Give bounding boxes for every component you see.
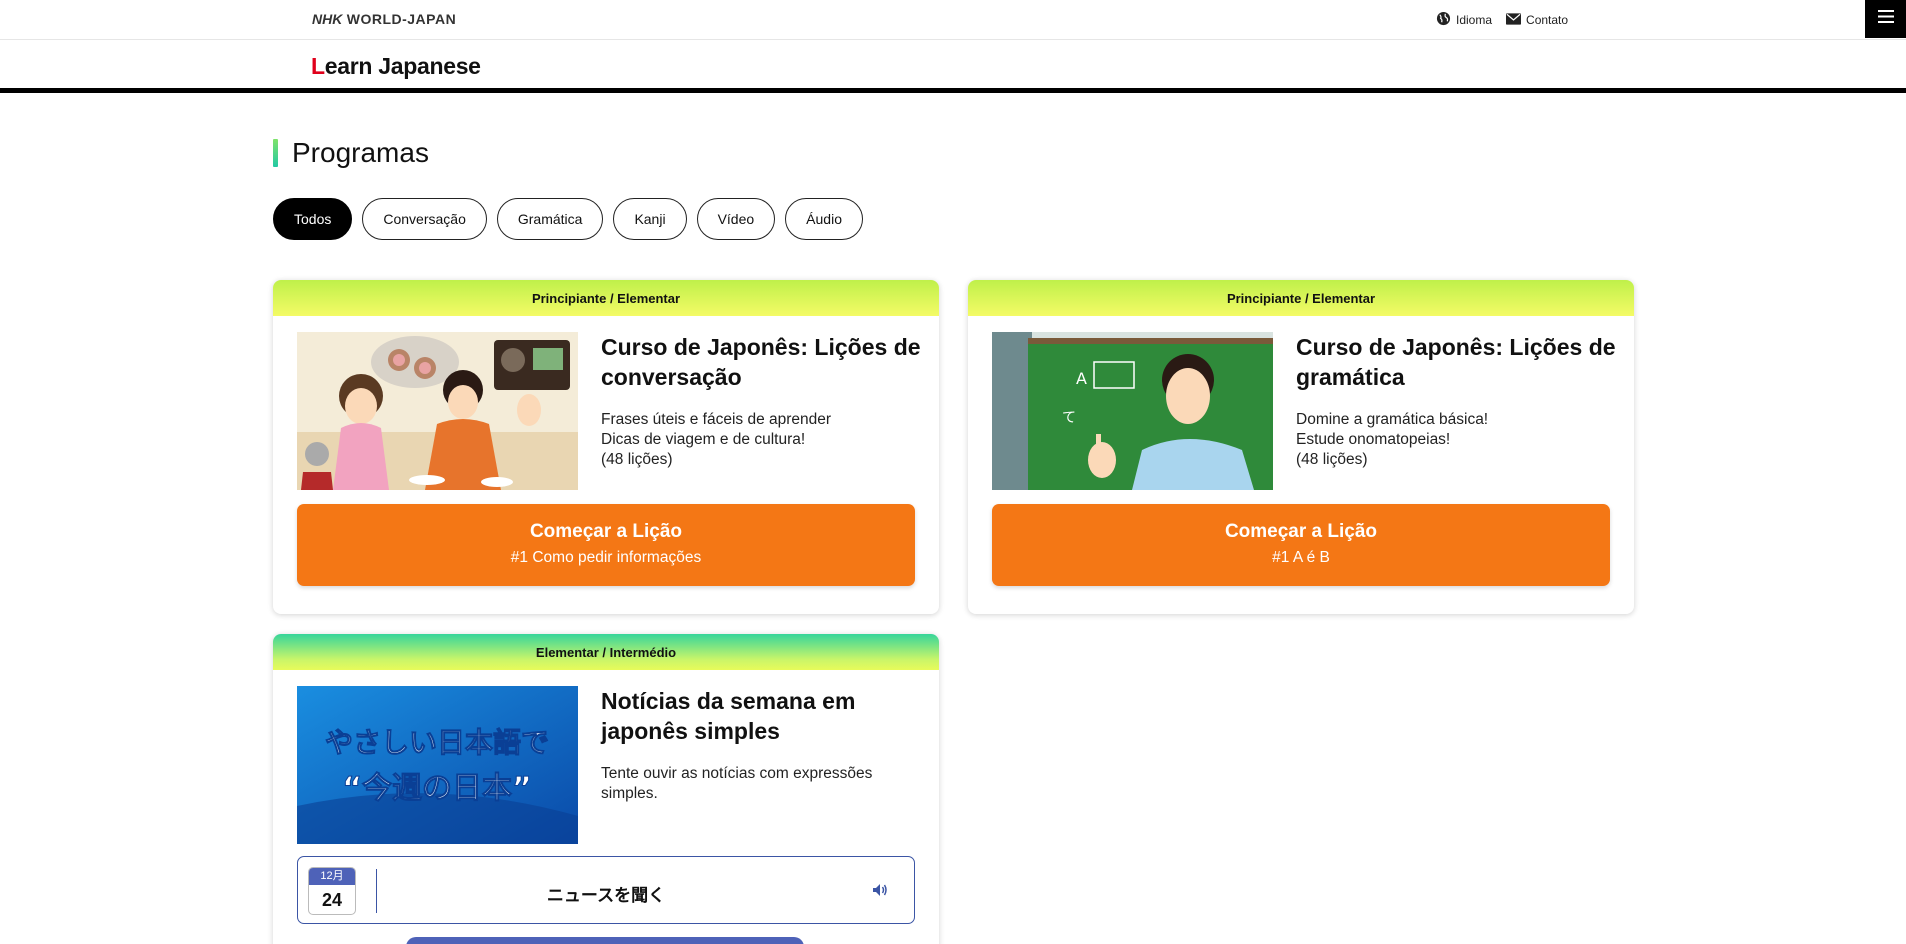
card-desc-line: (48 lições) — [601, 451, 673, 468]
listen-news-label: ニュースを聞く — [546, 886, 666, 905]
top-bar: NHK WORLD-JAPAN Idioma Contato — [0, 0, 1906, 40]
thumb-title-line2: “今週の日本” — [342, 771, 531, 806]
filter-video[interactable]: Vídeo — [696, 198, 776, 240]
contact-link[interactable]: Contato — [1506, 12, 1569, 28]
hamburger-menu-icon — [1877, 10, 1894, 28]
heading-accent-bar — [273, 139, 278, 167]
cta-lesson-label: #1 A é B — [1272, 549, 1330, 566]
cta-main-label: Começar a Lição — [1224, 521, 1378, 542]
program-card-grammar: Principiante / Elementar A て Curso de Ja… — [968, 280, 1634, 614]
mail-icon — [1506, 12, 1522, 28]
cta-main-label: Começar a Lição — [529, 521, 683, 542]
card-desc-line: Frases úteis e fáceis de aprender — [601, 411, 832, 428]
contact-label: Contato — [1526, 13, 1569, 27]
filter-kanji[interactable]: Kanji — [613, 198, 687, 240]
news-secondary-button[interactable] — [406, 937, 804, 944]
filter-audio[interactable]: Áudio — [785, 198, 863, 240]
start-lesson-button[interactable]: Começar a Lição #1 A é B — [992, 504, 1610, 586]
filter-conversacao[interactable]: Conversação — [362, 198, 487, 240]
nhk-world-japan-logo[interactable]: NHK WORLD-JAPAN — [312, 11, 456, 27]
program-card-news: Elementar / Intermédio やさしい日本語で “今週の日本” … — [273, 634, 939, 944]
logo-first-letter: L — [311, 53, 325, 79]
conversation-lesson-image[interactable] — [297, 332, 578, 490]
top-links: Idioma Contato — [1436, 11, 1568, 29]
card-desc-line: Domine a gramática básica! — [1296, 411, 1489, 428]
logo-title-rest: earn Japanese — [324, 53, 481, 79]
card-desc-line: Estude onomatopeias! — [1296, 431, 1451, 448]
language-link[interactable]: Idioma — [1436, 11, 1492, 29]
logo-nhk-text: NHK — [312, 11, 343, 27]
card-description: Tente ouvir as notícias com expressões s… — [601, 764, 872, 804]
svg-text:A: A — [1076, 369, 1087, 388]
card-desc-line: Dicas de viagem e de cultura! — [601, 431, 806, 448]
card-level-badge: Principiante / Elementar — [968, 280, 1634, 316]
date-month: 12月 — [309, 868, 355, 885]
program-card-conversation: Principiante / Elementar Curso de Japonê… — [273, 280, 939, 614]
card-description: Domine a gramática básica! Estude onomat… — [1296, 410, 1488, 470]
logo-world-japan-text: WORLD-JAPAN — [342, 11, 457, 27]
svg-text:て: て — [1062, 410, 1076, 426]
speaker-icon — [872, 883, 888, 902]
thumb-title-line1: やさしい日本語で — [325, 726, 549, 759]
card-title[interactable]: Notícias da semana em japonês simples — [601, 686, 921, 746]
filter-todos[interactable]: Todos — [273, 198, 353, 240]
menu-button[interactable] — [1865, 0, 1906, 38]
card-level-badge: Principiante / Elementar — [273, 280, 939, 316]
card-level-badge: Elementar / Intermédio — [273, 634, 939, 670]
card-desc-line: (48 lições) — [1296, 451, 1368, 468]
news-divider — [376, 869, 377, 913]
language-label: Idioma — [1456, 13, 1493, 27]
page-title: Programas — [292, 137, 429, 168]
grammar-lesson-image[interactable]: A て — [992, 332, 1273, 490]
cta-lesson-label: #1 Como pedir informações — [510, 549, 702, 566]
date-day: 24 — [321, 890, 343, 910]
date-badge: 12月 24 — [308, 867, 356, 915]
listen-news-button[interactable]: 12月 24 ニュースを聞く — [297, 856, 915, 924]
card-title[interactable]: Curso de Japonês: Lições de conversação — [601, 332, 921, 392]
card-desc-line: simples. — [601, 785, 658, 802]
section-heading: Programas — [273, 137, 429, 168]
news-program-image[interactable]: やさしい日本語で “今週の日本” — [297, 686, 578, 844]
globe-icon — [1436, 11, 1451, 29]
filter-gramatica[interactable]: Gramática — [496, 198, 604, 240]
learn-japanese-logo[interactable]: Learn Japanese — [311, 53, 481, 80]
card-title[interactable]: Curso de Japonês: Lições de gramática — [1296, 332, 1616, 392]
filter-pills: Todos Conversação Gramática Kanji Vídeo … — [273, 198, 863, 240]
start-lesson-button[interactable]: Começar a Lição #1 Como pedir informaçõe… — [297, 504, 915, 586]
card-description: Frases úteis e fáceis de aprender Dicas … — [601, 410, 831, 470]
sub-header: Learn Japanese — [0, 40, 1906, 93]
card-desc-line: Tente ouvir as notícias com expressões — [601, 765, 873, 782]
